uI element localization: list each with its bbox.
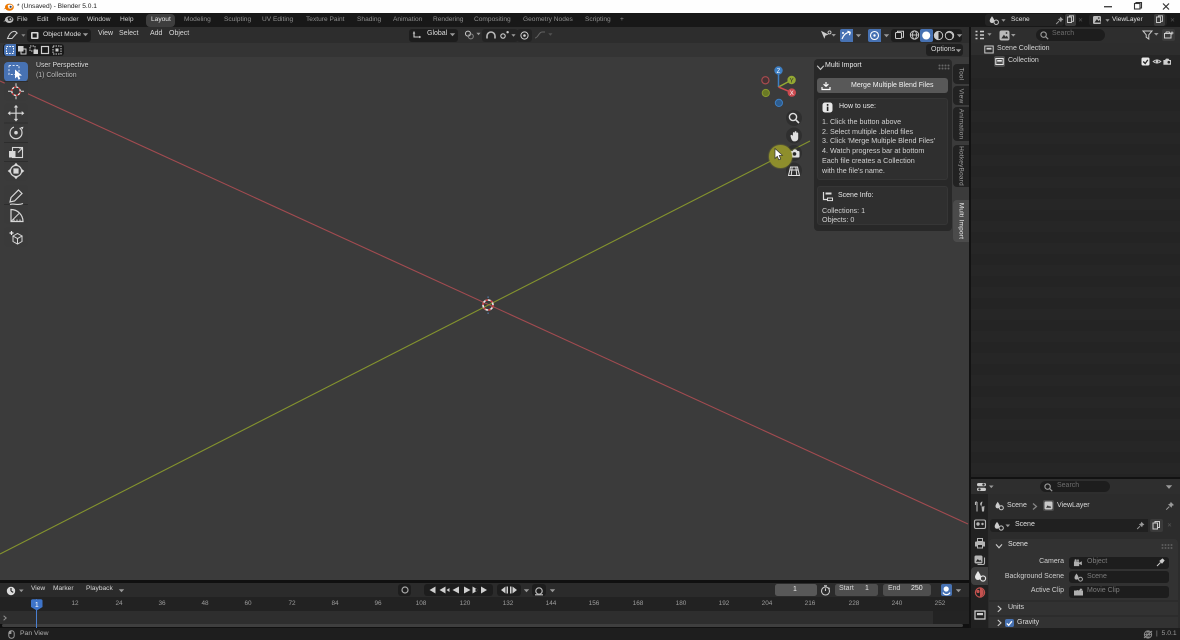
- svg-text:Z: Z: [777, 69, 781, 75]
- svg-text:Y: Y: [790, 78, 794, 84]
- svg-text:X: X: [790, 91, 794, 97]
- svg-text:1: 1: [35, 602, 39, 609]
